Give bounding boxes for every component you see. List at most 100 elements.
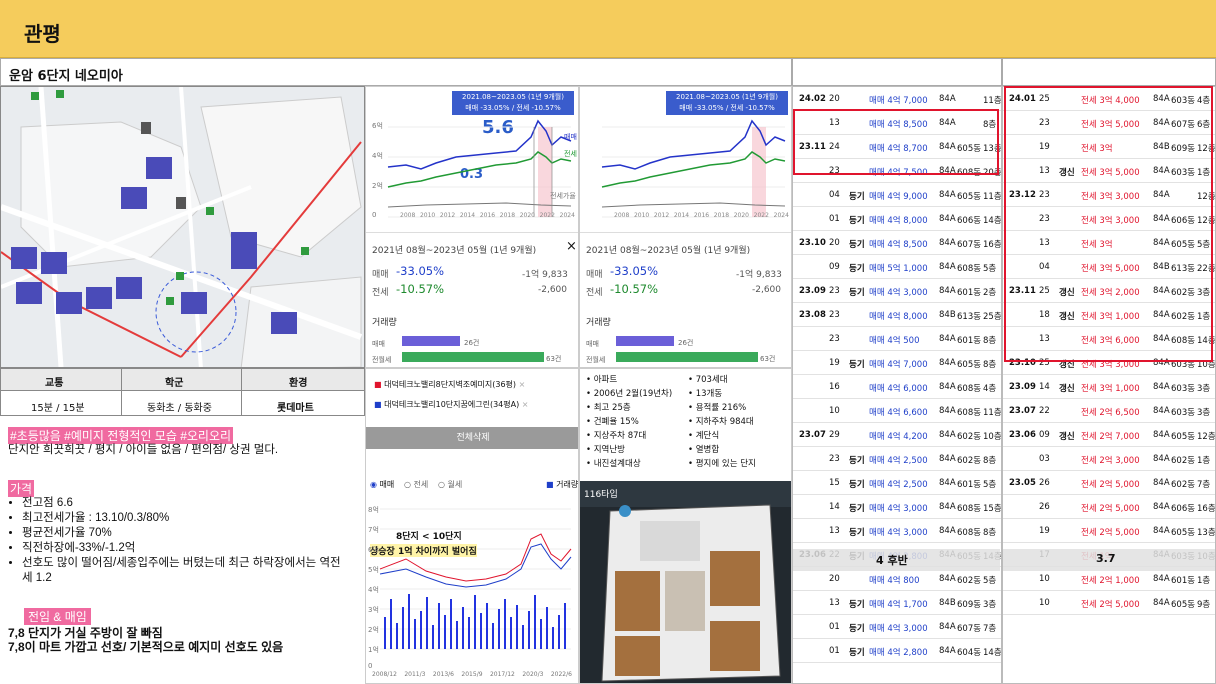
row-price: 전세 2억 7,000 [1081, 432, 1140, 442]
close-icon[interactable]: × [566, 239, 577, 254]
transaction-row[interactable]: 23.05 26 전세 2억 5,000 84A 602동 7층 [1003, 471, 1215, 495]
x-tick: 2024 [773, 212, 789, 219]
row-divider [1003, 614, 1215, 615]
row-floor: 15층 [983, 504, 1002, 514]
compare-x-axis: 2008/12 2011/3 2013/6 2015/9 2017/12 2020/3 20… [372, 671, 572, 678]
row-day: 23 [829, 334, 840, 344]
row-tag: 등기 [849, 624, 865, 634]
sale-transactions-panel[interactable]: 24.02 20 매매 4억 7,000 84A 11층 13 매매 4억 8,500 84A… [792, 86, 1002, 684]
floor-plan[interactable]: 116타입 [580, 481, 791, 683]
price-chart-svg[interactable] [580, 107, 792, 247]
price-chart-svg[interactable] [366, 107, 579, 247]
row-day: 03 [1039, 454, 1050, 464]
delete-all-button[interactable]: 전체삭제 [366, 427, 578, 449]
row-price: 매매 4억 4,200 [869, 432, 928, 442]
compare-item-2[interactable]: ■ 대덕테크노밸리10단지꿈에그린(34평A) × [374, 399, 528, 410]
row-type: 84B [939, 598, 956, 608]
radio-sale[interactable]: ◉ 매매 [370, 479, 394, 490]
compare-y-tick: 5억 [368, 566, 379, 574]
compare-item-1[interactable]: ■ 대덕테크노밸리8단지벽조예미지(36평) × [374, 379, 525, 390]
legend-sale: 매매 [564, 133, 577, 141]
row-day: 26 [1039, 502, 1050, 512]
transaction-row[interactable]: 01 등기 매매 4억 2,800 84A 604동 14층 [793, 639, 1001, 663]
volume-bar [474, 595, 476, 649]
x-tick: 2024 [559, 212, 575, 219]
volume-label-sale: 매매 [586, 340, 599, 348]
volume-checkbox[interactable]: ■ 거래량 [546, 479, 578, 490]
transaction-row[interactable]: 01 등기 매매 4억 3,000 84A 607동 7층 [793, 615, 1001, 639]
transaction-row[interactable]: 10 전세 2억 5,000 84A 605동 9층 [1003, 591, 1215, 615]
transaction-row[interactable]: 23.10 20 등기 매매 4억 8,500 84A 607동 16층 [793, 231, 1001, 255]
row-tag: 등기 [849, 600, 865, 610]
volume-bar [462, 607, 464, 649]
apt-info-value: 703세대 [695, 375, 728, 385]
transaction-row[interactable]: 19 등기 매매 4억 7,000 84A 605동 8층 [793, 351, 1001, 375]
compare-item-2-label: 대덕테크노밸리10단지꿈에그린(34평A) [384, 400, 520, 409]
transaction-row[interactable]: 24.02 20 매매 4억 7,000 84A 11층 [793, 87, 1001, 111]
map-poi-marker [56, 90, 64, 98]
x-tick: 2018 [713, 212, 730, 219]
volume-bar [552, 627, 554, 649]
transaction-row[interactable]: 15 등기 매매 4억 2,500 84A 601동 5층 [793, 471, 1001, 495]
compare-y-tick: 3억 [368, 606, 379, 614]
volume-bar [390, 599, 392, 649]
apartment-marker [146, 157, 172, 179]
row-date: 24.02 [799, 94, 826, 104]
row-floor: 8층 [983, 360, 997, 370]
transaction-row[interactable]: 19 전세 2억 5,000 84A 605동 13층 [1003, 519, 1215, 543]
row-floor: 25층 [983, 312, 1002, 322]
compare-chart-svg[interactable] [366, 499, 579, 679]
x-tick: 2022 [539, 212, 555, 219]
volume-value-sale: 26건 [464, 339, 480, 347]
apt-info-value: 지역난방 [593, 445, 625, 455]
transaction-row[interactable]: 10 매매 4억 6,600 84A 608동 11층 [793, 399, 1001, 423]
transaction-row[interactable]: 23.07 22 전세 2억 6,500 84A 603동 3층 [1003, 399, 1215, 423]
transaction-row[interactable]: 23.06 09 갱신 전세 2억 7,000 84A 605동 12층 [1003, 423, 1215, 447]
transaction-row[interactable]: 16 매매 4억 6,000 84A 608동 4층 [793, 375, 1001, 399]
transaction-row[interactable]: 13 등기 매매 4억 1,700 84B 609동 3층 [793, 591, 1001, 615]
radio-off-icon: ○ [404, 480, 414, 489]
transaction-row[interactable]: 23.07 29 매매 4억 4,200 84A 602동 10층 [793, 423, 1001, 447]
complex-title-bar: 운암 6단지 네오미아 [0, 58, 792, 86]
x-tick: 2010 [633, 212, 650, 219]
row-price: 전세 3억 1,000 [1081, 384, 1140, 394]
tooltip-period: 2021.08~2023.05 (1년 9개월) [676, 93, 778, 101]
price-chart-card-2[interactable]: 2021.08~2023.05 (1년 9개월) 매매 -33.05% / 전세… [579, 86, 792, 368]
transaction-row[interactable]: 23.08 23 매매 4억 8,000 84B 613동 25층 [793, 303, 1001, 327]
radio-jeonse[interactable]: ○ 전세 [404, 479, 428, 490]
volume-bar [438, 603, 440, 649]
transaction-row[interactable]: 26 전세 2억 5,000 84A 606동 16층 [1003, 495, 1215, 519]
price-chart-card-1[interactable]: 2021.08~2023.05 (1년 9개월) 매매 -33.05% / 전세… [365, 86, 579, 368]
x-tick: 2020 [733, 212, 749, 219]
transaction-row[interactable]: 13 등기 매매 4억 3,000 84A 608동 8층 [793, 519, 1001, 543]
transaction-row[interactable]: 09 등기 매매 5억 1,000 84A 608동 5층 [793, 255, 1001, 279]
row-type: 84A [1153, 526, 1170, 536]
x-tick: 2008 [400, 212, 416, 219]
x-axis: 2008 2010 2012 2014 2016 2018 2020 2022 2024 [614, 212, 789, 219]
radio-monthly[interactable]: ○ 월세 [438, 479, 462, 490]
transaction-row[interactable]: 23.09 23 등기 매매 4억 3,000 84A 601동 2층 [793, 279, 1001, 303]
row-type: 84A [1153, 430, 1170, 440]
transaction-row[interactable]: 23 등기 매매 4억 2,500 84A 602동 8층 [793, 447, 1001, 471]
jeonse-overlay-label: 3.7 [1096, 552, 1116, 565]
row-floor: 3층 [1197, 384, 1211, 394]
map-canvas[interactable] [1, 87, 365, 368]
transaction-row[interactable]: 03 전세 2억 3,000 84A 602동 1층 [1003, 447, 1215, 471]
apartment-marker [271, 312, 297, 334]
transaction-row[interactable]: 01 등기 매매 4억 8,000 84A 606동 14층 [793, 207, 1001, 231]
compare-y-tick: 4억 [368, 586, 379, 594]
x-tick: 2016 [479, 212, 496, 219]
transaction-row[interactable]: 23 매매 4억 500 84A 601동 8층 [793, 327, 1001, 351]
transaction-row[interactable]: 23.09 14 갱신 전세 3억 1,000 84A 603동 3층 [1003, 375, 1215, 399]
row-price: 매매 4억 800 [869, 576, 920, 586]
apt-info-item: • 평지에 있는 단지 [688, 459, 756, 469]
row-price: 매매 4억 6,000 [869, 384, 928, 394]
volume-bar [414, 619, 416, 649]
transaction-row[interactable]: 14 등기 매매 4억 3,000 84A 608동 15층 [793, 495, 1001, 519]
compare-chart-panel[interactable]: ■ 대덕테크노밸리8단지벽조예미지(36평) × ■ 대덕테크노밸리10단지꿈에… [365, 368, 579, 684]
transaction-row[interactable]: 04 등기 매매 4억 9,000 84A 605동 11층 [793, 183, 1001, 207]
row-dong: 613동 [957, 312, 982, 322]
map-panel[interactable] [0, 86, 365, 368]
row-dong: 602동 [1171, 456, 1196, 466]
volume-bar [492, 623, 494, 649]
